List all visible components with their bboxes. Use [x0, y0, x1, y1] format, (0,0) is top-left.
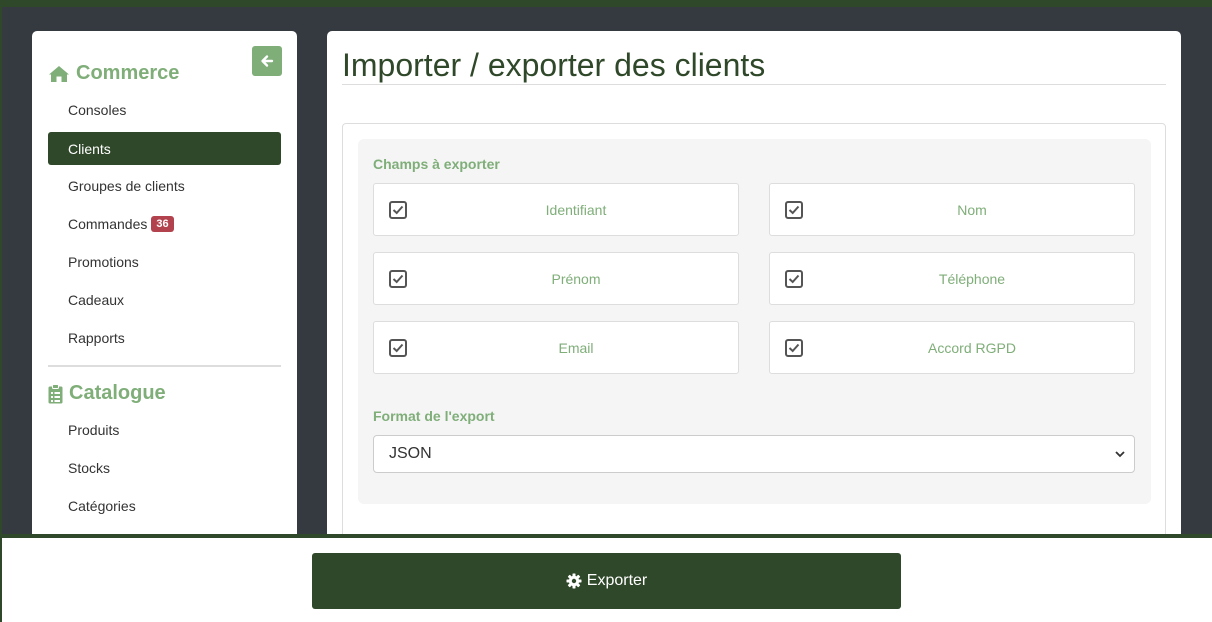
sidebar-item-label: Catégories [68, 497, 136, 514]
section-title-commerce: Commerce [48, 62, 179, 85]
checkbox-checked-icon[interactable] [389, 339, 407, 357]
export-format-select[interactable]: JSON [373, 435, 1135, 473]
checkbox-checked-icon[interactable] [785, 201, 803, 219]
section-title-catalogue-label: Catalogue [69, 382, 166, 404]
sidebar-item-consoles[interactable]: Consoles [48, 93, 281, 126]
field-email-toggle[interactable]: Email [373, 321, 739, 374]
footer-bar: Exporter [2, 534, 1212, 622]
sidebar-item-label: Rapports [68, 329, 125, 346]
chevron-down-icon [1115, 451, 1125, 458]
top-bar [0, 0, 1212, 7]
home-icon [49, 65, 69, 82]
title-divider [342, 84, 1166, 85]
checkbox-checked-icon[interactable] [389, 270, 407, 288]
sidebar-item-label: Cadeaux [68, 291, 125, 308]
sidebar-item-promotions[interactable]: Promotions [48, 245, 281, 278]
field-label: Identifiant [545, 201, 607, 218]
sidebar-item-cadeaux[interactable]: Cadeaux [48, 283, 281, 316]
sidebar-item-groupes-de-clients[interactable]: Groupes de clients [48, 169, 281, 202]
sidebar-item-categories[interactable]: Catégories [48, 489, 281, 522]
sidebar-item-produits[interactable]: Produits [48, 413, 281, 446]
fields-label: Champs à exporter [373, 156, 500, 172]
sidebar-item-rapports[interactable]: Rapports [48, 321, 281, 354]
checkbox-checked-icon[interactable] [785, 270, 803, 288]
checkbox-checked-icon[interactable] [785, 339, 803, 357]
sidebar-item-label: Consoles [68, 101, 127, 118]
sidebar-item-clients[interactable]: Clients [48, 132, 281, 165]
sidebar-item-label: Groupes de clients [68, 177, 185, 194]
collapse-sidebar-button[interactable] [252, 46, 282, 76]
field-nom-toggle[interactable]: Nom [769, 183, 1135, 236]
page-title: Importer / exporter des clients [342, 47, 766, 83]
main-content: Importer / exporter des clients Champs à… [327, 31, 1181, 553]
sidebar-item-stocks[interactable]: Stocks [48, 451, 281, 484]
sidebar: Commerce Consoles Clients Groupes de cli… [32, 31, 297, 551]
field-accord-rgpd-toggle[interactable]: Accord RGPD [769, 321, 1135, 374]
gear-icon [566, 573, 582, 589]
field-label: Accord RGPD [928, 339, 1016, 356]
field-label: Prénom [551, 270, 601, 287]
export-button-label: Exporter [586, 572, 648, 589]
field-label: Téléphone [938, 270, 1006, 287]
sidebar-item-commandes[interactable]: Commandes 36 [48, 207, 281, 240]
sidebar-divider [48, 365, 281, 367]
field-prenom-toggle[interactable]: Prénom [373, 252, 739, 305]
section-title-catalogue: Catalogue [48, 382, 166, 405]
export-format-value: JSON [389, 445, 432, 462]
sidebar-item-label: Commandes [68, 215, 148, 232]
export-button[interactable]: Exporter [312, 553, 901, 609]
field-telephone-toggle[interactable]: Téléphone [769, 252, 1135, 305]
field-label: Email [558, 339, 594, 356]
sidebar-item-label: Clients [68, 140, 111, 157]
format-label: Format de l'export [373, 408, 495, 424]
export-card: Champs à exporter Identifiant Nom Prénom… [342, 123, 1166, 553]
field-identifiant-toggle[interactable]: Identifiant [373, 183, 739, 236]
export-panel: Champs à exporter Identifiant Nom Prénom… [358, 139, 1151, 504]
clipboard-list-icon [48, 383, 63, 403]
arrow-left-icon [261, 55, 274, 67]
field-label: Nom [957, 201, 987, 218]
sidebar-item-label: Promotions [68, 253, 139, 270]
checkbox-checked-icon[interactable] [389, 201, 407, 219]
section-title-commerce-label: Commerce [76, 62, 180, 84]
sidebar-item-label: Stocks [68, 459, 111, 476]
sidebar-item-label: Produits [68, 421, 120, 438]
orders-count-badge: 36 [151, 215, 174, 232]
frame-border [0, 0, 2, 622]
